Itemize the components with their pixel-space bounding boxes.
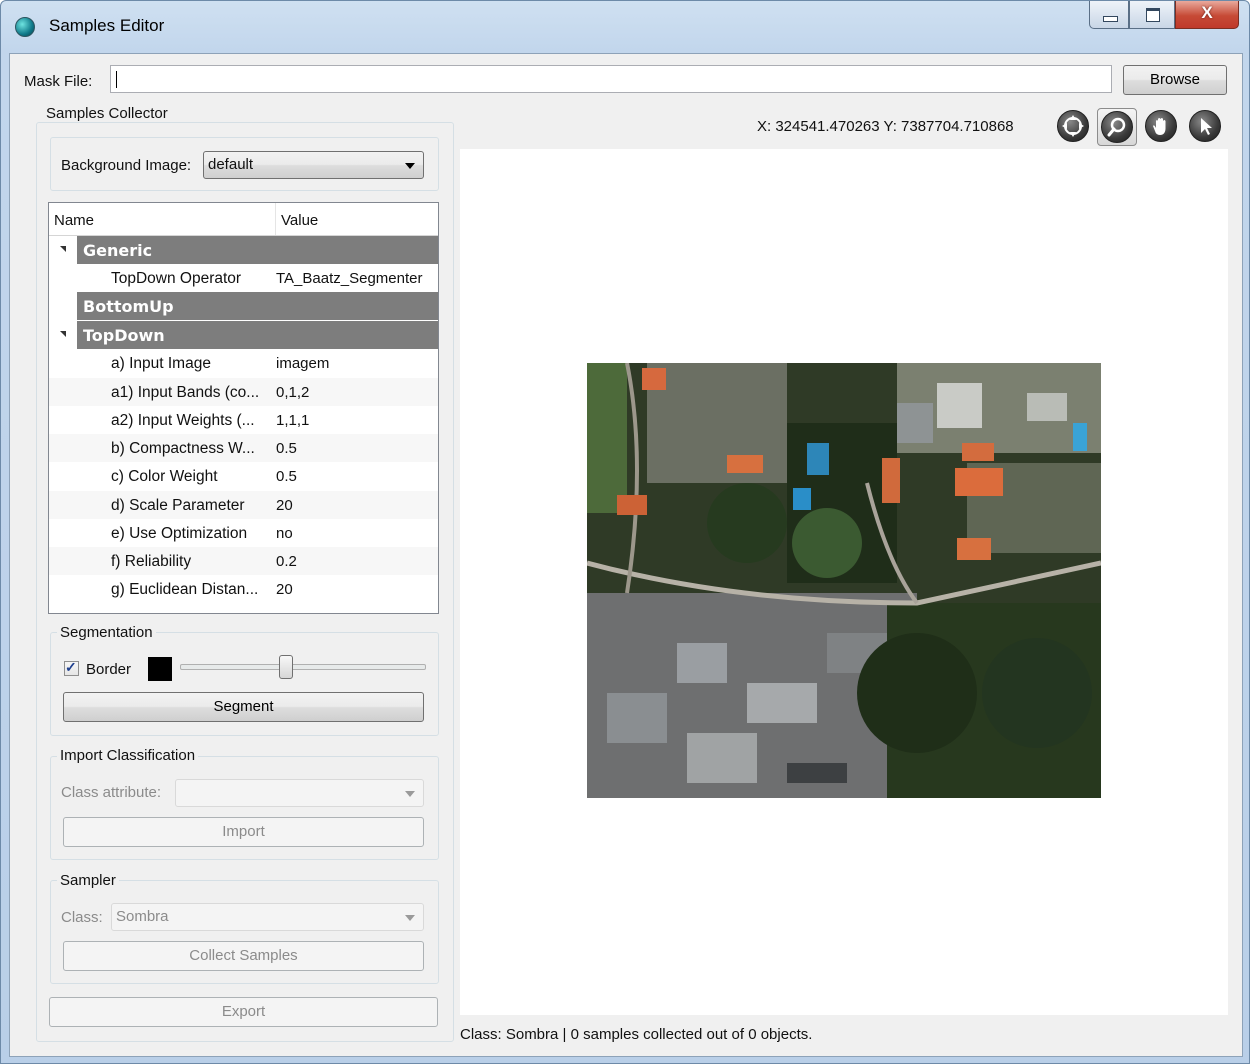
property-row[interactable]: c) Color Weight 0.5 [49,462,438,490]
property-name: TopDown Operator [111,270,242,287]
zoom-button[interactable] [1101,111,1133,143]
property-value[interactable]: no [276,525,293,542]
border-checkbox[interactable]: ✓ [64,659,79,676]
mask-file-input[interactable] [110,65,1112,93]
category-topdown-label: TopDown [83,326,165,345]
coordinates-readout: X: 324541.470263 Y: 7387704.710868 [757,118,1014,135]
property-row[interactable]: e) Use Optimization no [49,519,438,547]
collect-samples-button[interactable]: Collect Samples [63,941,424,971]
property-row[interactable]: f) Reliability 0.2 [49,547,438,575]
property-value[interactable]: 0.5 [276,468,297,485]
category-topdown[interactable]: TopDown [49,321,438,349]
zoom-icon [1107,117,1126,137]
window-title: Samples Editor [49,16,165,35]
property-name: c) Color Weight [111,468,218,485]
category-generic-label: Generic [83,241,153,260]
pan-icon [1153,118,1166,135]
sampler-title: Sampler [57,872,119,889]
property-name: f) Reliability [111,553,192,570]
import-classification-title: Import Classification [57,747,199,764]
background-image-value: default [208,156,254,173]
category-bottomup[interactable]: BottomUp [49,292,438,320]
minimize-button[interactable] [1089,1,1129,29]
import-button[interactable]: Import [63,817,424,847]
chevron-down-icon [405,163,415,169]
expand-triangle-icon[interactable] [60,246,66,252]
export-button[interactable]: Export [49,997,438,1027]
segmentation-title: Segmentation [57,624,156,641]
property-value[interactable]: TA_Baatz_Segmenter [276,270,422,287]
property-row[interactable]: g) Euclidean Distan... 20 [49,575,438,603]
class-attribute-select[interactable] [175,779,424,807]
property-name: a2) Input Weights (... [111,412,255,429]
extent-button[interactable] [1057,110,1089,142]
property-value[interactable]: imagem [276,355,329,372]
text-caret [116,71,117,88]
property-value[interactable]: 0.5 [276,440,297,457]
pan-button[interactable] [1145,110,1177,142]
app-icon [15,17,35,37]
checkmark-icon: ✓ [65,659,77,675]
property-value[interactable]: 1,1,1 [276,412,309,429]
border-label: Border [86,661,132,678]
property-name: e) Use Optimization [111,525,248,542]
column-header-value[interactable]: Value [281,212,318,229]
property-name: b) Compactness W... [111,440,255,457]
properties-tree[interactable]: Name Value Generic TopDown Operator TA_B… [48,202,439,614]
background-image-select[interactable]: default [203,151,424,179]
property-row[interactable]: a2) Input Weights (... 1,1,1 [49,406,438,434]
property-name: a1) Input Bands (co... [111,384,260,401]
property-name: g) Euclidean Distan... [111,581,259,598]
window-controls: X [1089,1,1239,31]
property-row[interactable]: a1) Input Bands (co... 0,1,2 [49,378,438,406]
select-button[interactable] [1189,110,1221,142]
property-name: a) Input Image [111,355,211,372]
property-name: d) Scale Parameter [111,497,245,514]
segment-button[interactable]: Segment [63,692,424,722]
column-separator [275,203,276,235]
column-header-name[interactable]: Name [54,212,94,229]
mask-file-label: Mask File: [24,73,93,90]
property-value[interactable]: 0,1,2 [276,384,309,401]
property-row[interactable]: b) Compactness W... 0.5 [49,434,438,462]
title-bar[interactable]: Samples Editor X [1,1,1249,51]
expand-triangle-icon[interactable] [60,331,66,337]
class-select[interactable]: Sombra [111,903,424,931]
chevron-down-icon [405,915,415,921]
property-row[interactable]: TopDown Operator TA_Baatz_Segmenter [49,264,438,292]
class-attribute-label: Class attribute: [61,784,162,801]
property-value[interactable]: 20 [276,581,293,598]
class-value: Sombra [116,908,169,925]
close-button[interactable]: X [1175,1,1239,29]
category-generic[interactable]: Generic [49,236,438,264]
property-row[interactable]: d) Scale Parameter 20 [49,491,438,519]
status-bar-text: Class: Sombra | 0 samples collected out … [460,1026,813,1043]
tree-header: Name Value [49,203,438,236]
maximize-icon [1146,8,1160,22]
property-value[interactable]: 20 [276,497,293,514]
background-image-label: Background Image: [61,157,192,174]
maximize-button[interactable] [1129,1,1175,29]
border-slider-thumb[interactable] [278,655,293,679]
aerial-image[interactable] [587,363,1101,798]
samples-collector-title: Samples Collector [43,105,171,122]
close-icon: X [1201,3,1213,22]
property-row[interactable]: a) Input Image imagem [49,349,438,377]
property-value[interactable]: 0.2 [276,553,297,570]
category-bottomup-label: BottomUp [83,297,174,316]
minimize-icon [1103,16,1118,22]
chevron-down-icon [405,791,415,797]
border-slider-track[interactable] [180,664,426,670]
browse-button[interactable]: Browse [1123,65,1227,95]
extent-icon [1062,115,1084,137]
border-color-swatch[interactable] [148,657,172,681]
select-icon [1201,118,1212,135]
class-label: Class: [61,909,103,926]
